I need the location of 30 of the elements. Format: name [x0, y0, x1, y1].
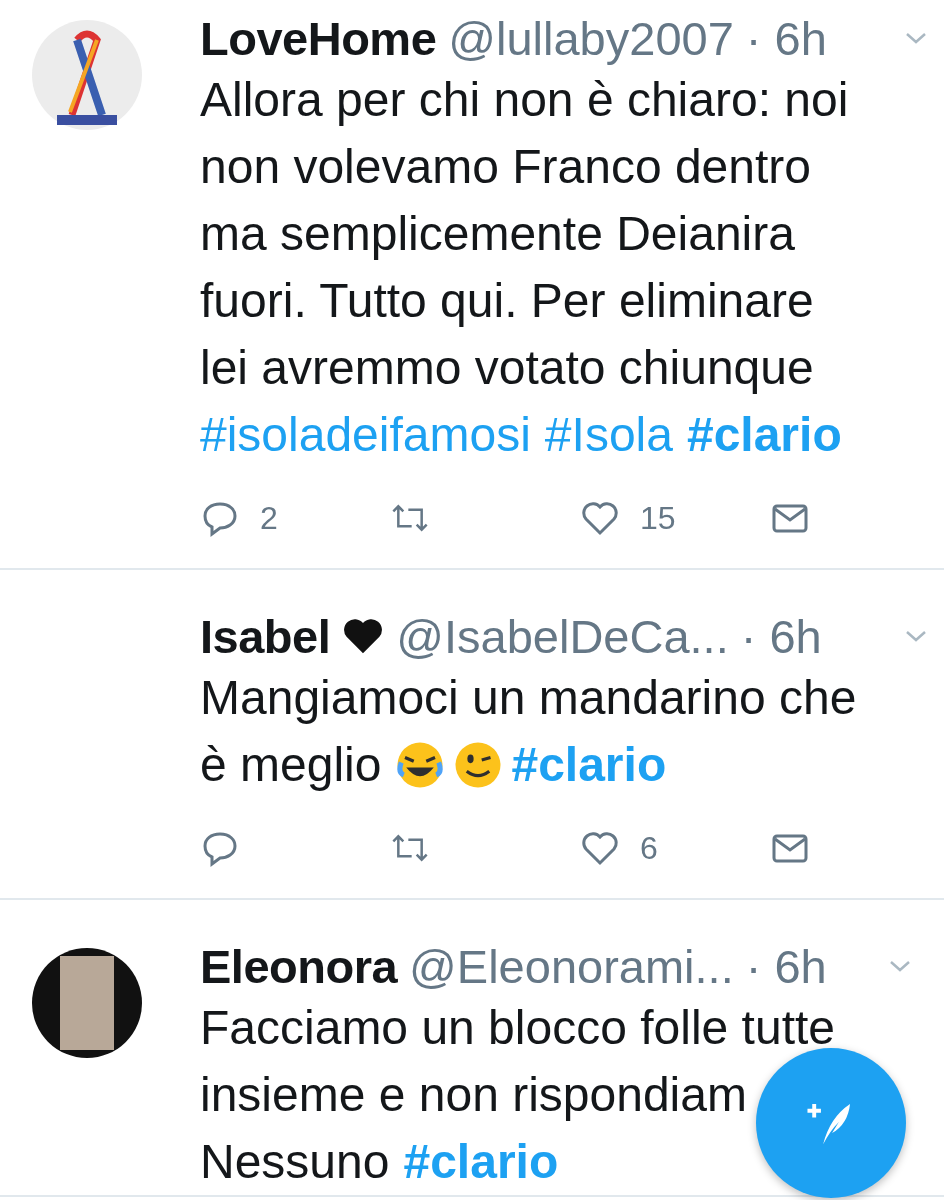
hashtag-link[interactable]: #isoladeifamosi — [200, 407, 531, 462]
timestamp: · 6h — [745, 938, 827, 994]
photo-placeholder[interactable] — [32, 948, 142, 1058]
tweet-text: non volevamo Franco dentro — [200, 139, 811, 194]
ribbon-avatar[interactable] — [32, 20, 142, 130]
tweet-text: Mangiamoci un mandarino che — [200, 670, 857, 725]
hashtag-link[interactable]: #clario — [403, 1134, 559, 1189]
tweet-text: fuori. Tutto qui. Per eliminare — [200, 273, 814, 328]
user-handle[interactable]: @lullaby2007 — [448, 10, 734, 66]
display-name[interactable]: Isabel — [200, 608, 331, 664]
display-name[interactable]: LoveHome — [200, 10, 437, 66]
hashtag-link[interactable]: #Isola — [544, 407, 673, 462]
tweet-text: insieme e non rispondiam — [200, 1067, 747, 1122]
hashtag-link[interactable]: #clario — [511, 737, 667, 792]
tweet-text: lei avremmo votato chiunque — [200, 340, 814, 395]
user-handle[interactable]: @IsabelDeCa... — [396, 608, 729, 664]
user-handle[interactable]: @Eleonorami... — [409, 938, 734, 994]
hashtag-link[interactable]: #clario — [686, 407, 842, 462]
timestamp: · 6h — [740, 608, 822, 664]
heart-icon — [342, 617, 385, 655]
tweet-text: è meglio — [200, 737, 382, 792]
tweet-text: Facciamo un blocco folle tutte — [200, 1000, 835, 1055]
like-count: 15 — [640, 499, 676, 537]
like-count: 6 — [640, 829, 658, 867]
timestamp: · 6h — [745, 10, 827, 66]
tweet-text: Allora per chi non è chiaro: noi — [200, 72, 849, 127]
tweet-text: ma semplicemente Deianira — [200, 206, 795, 261]
display-name[interactable]: Eleonora — [200, 938, 398, 994]
tweet-text: Nessuno — [200, 1134, 390, 1189]
reply-count: 2 — [260, 499, 278, 537]
